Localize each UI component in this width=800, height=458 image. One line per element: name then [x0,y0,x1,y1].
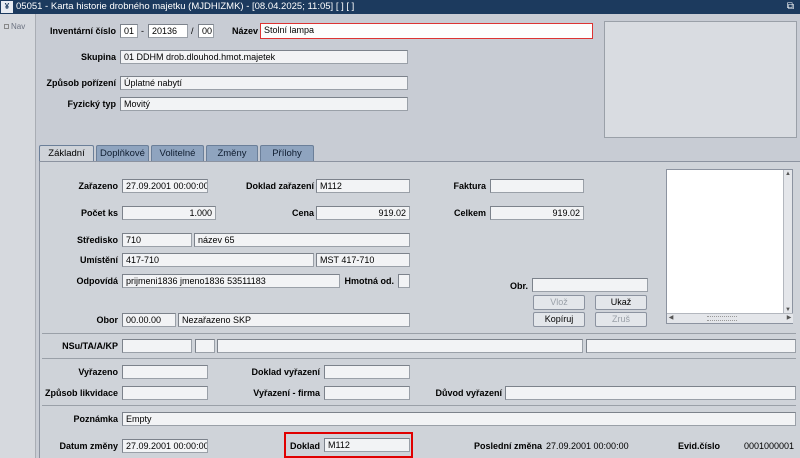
odpovida-field[interactable]: prijmeni1836 jmeno1836 53511183 [122,274,340,288]
stredisko-name-field[interactable]: název 65 [194,233,410,247]
umisteni-name-field[interactable]: MST 417-710 [316,253,410,267]
obor-name-field[interactable]: Nezařazeno SKP [178,313,410,327]
tab-zmeny[interactable]: Změny [206,145,258,162]
navigator-toggle[interactable]: Nav [4,22,25,31]
ukaz-button[interactable]: Ukaž [595,295,647,310]
inventarni-cislo-part2-field[interactable]: 20136 [148,24,188,38]
poznamka-label: Poznámka [73,414,118,424]
posledni-zmena-label: Poslední změna [473,441,542,451]
umisteni-label: Umístění [79,255,118,265]
navigator-panel[interactable]: Nav [0,14,36,458]
doklad-zarazeni-field[interactable]: M112 [316,179,410,193]
duvod-vyrazeni-field[interactable] [505,386,796,400]
skupina-value: DDHM drob.dlouhod.hmot.majetek [136,52,276,62]
window-titlebar: ¥ 05051 - Karta historie drobného majetk… [0,0,800,14]
nazev-field[interactable]: Stolní lampa [260,23,593,39]
doklad-vyrazeni-label: Doklad vyřazení [251,367,320,377]
celkem-field[interactable]: 919.02 [490,206,584,220]
kopiruj-button[interactable]: Kopíruj [533,312,585,327]
faktura-field[interactable] [490,179,584,193]
tab-prilohy[interactable]: Přílohy [260,145,314,162]
obor-label: Obor [96,315,119,325]
vyrazeno-label: Vyřazeno [78,367,118,377]
section-divider-3 [42,405,796,406]
pocet-ks-field[interactable]: 1.000 [122,206,216,220]
poznamka-field[interactable]: Empty [122,412,796,426]
nsu-field-1[interactable] [122,339,192,353]
scroll-thumb[interactable] [707,316,737,321]
vyrazeno-field[interactable] [122,365,208,379]
zpusob-likvidace-label: Způsob likvidace [44,388,118,398]
nsu-field-4[interactable] [586,339,796,353]
hmotna-od-label: Hmotná od. [344,276,395,286]
navigator-label: Nav [11,22,26,31]
posledni-zmena-value: 27.09.2001 00:00:00 [546,441,629,451]
fyzicky-typ-field[interactable]: Movitý [120,97,408,111]
window-title: 05051 - Karta historie drobného majetku … [16,1,355,12]
obor-code-field[interactable]: 00.00.00 [122,313,176,327]
odpovida-label: Odpovídá [76,276,118,286]
duvod-vyrazeni-label: Důvod vyřazení [435,388,502,398]
section-divider-2 [42,358,796,359]
datum-zmeny-label: Datum změny [59,441,118,451]
zpusob-porizeni-field[interactable]: Úplatné nabytí [120,76,408,90]
window-restore-icon[interactable]: ⧉ [787,0,794,14]
cena-field[interactable]: 919.02 [316,206,410,220]
app-logo-icon: ¥ [1,1,13,13]
nsu-label: NSu/TA/A/KP [62,341,118,351]
image-vertical-scrollbar[interactable]: ▲ ▼ [783,170,792,314]
section-divider-1 [42,333,796,334]
nsu-field-2[interactable] [195,339,215,353]
inventarni-cislo-separator-2: / [191,26,194,36]
vyrazeni-firma-label: Vyřazení - firma [253,388,320,398]
doklad-highlight-box [284,432,413,458]
cena-label: Cena [291,208,314,218]
doklad-vyrazeni-field[interactable] [324,365,410,379]
celkem-label: Celkem [453,208,486,218]
inventarni-cislo-label: Inventární číslo [49,26,116,36]
nazev-label: Název [231,26,258,36]
umisteni-code-field[interactable]: 417-710 [122,253,314,267]
vloz-button[interactable]: Vlož [533,295,585,310]
zarazeno-field[interactable]: 27.09.2001 00:00:00 [122,179,208,193]
evid-cislo-label: Evid.číslo [677,441,720,451]
zpusob-porizeni-label: Způsob pořízení [46,78,117,88]
nsu-field-3[interactable] [217,339,583,353]
zrus-button[interactable]: Zruš [595,312,647,327]
scroll-up-icon[interactable]: ▲ [784,170,792,178]
image-horizontal-scrollbar[interactable]: ◀ ▶ [667,313,793,323]
skupina-label: Skupina [80,52,116,62]
faktura-label: Faktura [453,181,486,191]
datum-zmeny-field[interactable]: 27.09.2001 00:00:00 [122,439,208,453]
vyrazeni-firma-field[interactable] [324,386,410,400]
stredisko-label: Středisko [76,235,118,245]
zarazeno-label: Zařazeno [78,181,118,191]
obr-label: Obr. [509,281,528,291]
navigator-icon [4,24,9,30]
tab-volitelne[interactable]: Volitelné [151,145,204,162]
fyzicky-typ-label: Fyzický typ [67,99,116,109]
pocet-ks-label: Počet ks [80,208,118,218]
skupina-code: 01 [124,52,135,62]
obr-field[interactable] [532,278,648,292]
inventarni-cislo-separator-1: - [141,26,144,36]
zpusob-likvidace-field[interactable] [122,386,208,400]
doklad-zarazeni-label: Doklad zařazení [245,181,314,191]
inventarni-cislo-part3-field[interactable]: 00 [198,24,214,38]
scroll-right-icon[interactable]: ▶ [785,314,793,323]
image-preview[interactable]: ▲ ▼ ◀ ▶ [666,169,793,324]
scroll-left-icon[interactable]: ◀ [667,314,675,323]
hmotna-od-field[interactable] [398,274,410,288]
tab-doplnkove[interactable]: Doplňkové [96,145,149,162]
header-image-area [604,21,797,138]
stredisko-code-field[interactable]: 710 [122,233,192,247]
evid-cislo-value: 0001000001 [744,441,795,451]
inventarni-cislo-part1-field[interactable]: 01 [120,24,138,38]
skupina-field[interactable]: 01 DDHM drob.dlouhod.hmot.majetek [120,50,408,64]
